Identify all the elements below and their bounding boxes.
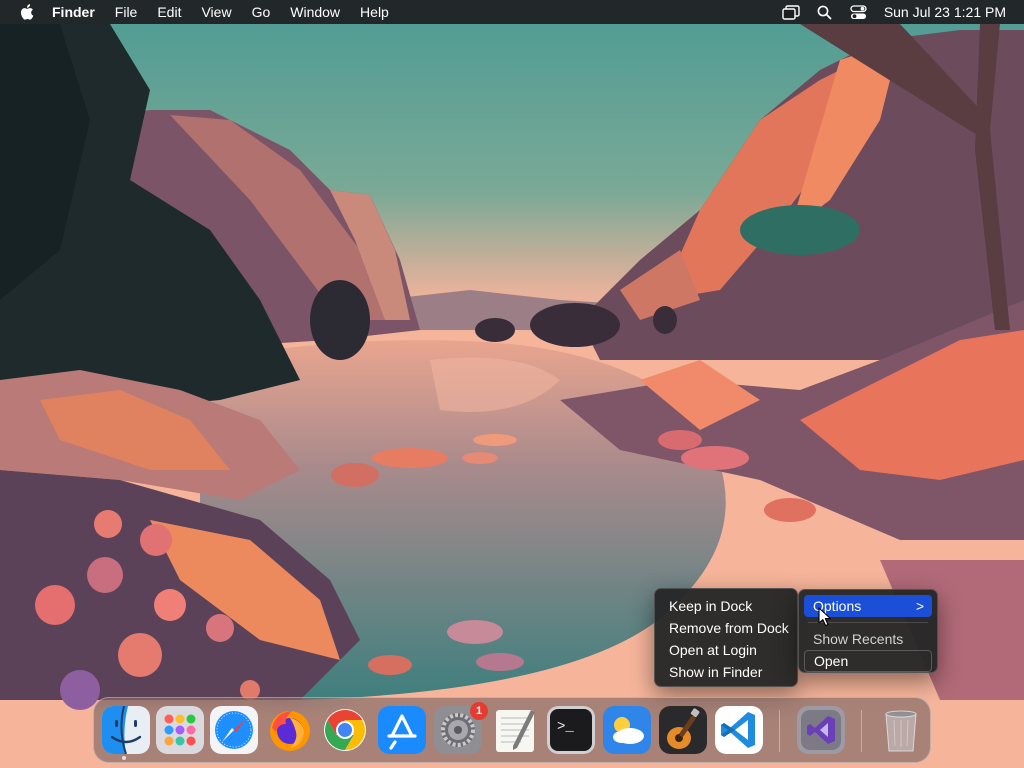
menu-window[interactable]: Window bbox=[280, 0, 350, 24]
firefox-icon[interactable] bbox=[266, 706, 314, 754]
menu-item-show-recents[interactable]: Show Recents bbox=[804, 628, 932, 650]
visual-studio-icon[interactable] bbox=[797, 706, 845, 754]
app-store-icon[interactable] bbox=[378, 706, 426, 754]
terminal-icon[interactable]: >_ bbox=[547, 706, 595, 754]
finder-running-indicator bbox=[122, 756, 126, 760]
weather-icon[interactable] bbox=[603, 706, 651, 754]
safari-icon[interactable] bbox=[210, 706, 258, 754]
menu-help[interactable]: Help bbox=[350, 0, 399, 24]
menu-item-open-at-login[interactable]: Open at Login bbox=[660, 639, 792, 661]
launchpad-icon[interactable] bbox=[156, 706, 204, 754]
menu-item-remove-from-dock[interactable]: Remove from Dock bbox=[660, 617, 792, 639]
guitar-icon[interactable] bbox=[659, 706, 707, 754]
menu-bar-clock[interactable]: Sun Jul 23 1:21 PM bbox=[884, 4, 1006, 20]
settings-notification-badge: 1 bbox=[470, 702, 488, 720]
menu-file[interactable]: File bbox=[105, 0, 148, 24]
dock: 1 >_ bbox=[93, 697, 931, 763]
vscode-icon[interactable] bbox=[715, 706, 763, 754]
menu-go[interactable]: Go bbox=[242, 0, 281, 24]
dock-context-menu: Keep in Dock Remove from Dock Open at Lo… bbox=[654, 588, 798, 687]
menu-edit[interactable]: Edit bbox=[147, 0, 191, 24]
menu-app-name[interactable]: Finder bbox=[48, 0, 105, 24]
menu-view[interactable]: View bbox=[191, 0, 241, 24]
control-center-icon[interactable] bbox=[848, 3, 870, 21]
chrome-icon[interactable] bbox=[321, 706, 369, 754]
menu-bar-left: Finder File Edit View Go Window Help bbox=[0, 0, 399, 24]
menu-bar: Finder File Edit View Go Window Help Sun… bbox=[0, 0, 1024, 24]
apple-logo-icon[interactable] bbox=[18, 3, 34, 21]
search-icon[interactable] bbox=[814, 3, 836, 21]
finder-icon[interactable] bbox=[102, 706, 150, 754]
menu-item-show-in-finder[interactable]: Show in Finder bbox=[660, 661, 792, 683]
screen-mirroring-icon[interactable] bbox=[780, 3, 802, 21]
menu-item-keep-in-dock[interactable]: Keep in Dock bbox=[660, 595, 792, 617]
trash-icon[interactable] bbox=[877, 706, 925, 754]
dock-separator-trash bbox=[861, 710, 862, 752]
mouse-pointer-icon bbox=[818, 607, 832, 627]
terminal-prompt: >_ bbox=[557, 719, 574, 735]
dock-separator bbox=[779, 710, 780, 752]
chevron-right-icon: > bbox=[915, 598, 924, 614]
menu-bar-status: Sun Jul 23 1:21 PM bbox=[768, 0, 1024, 24]
menu-item-open[interactable]: Open bbox=[804, 650, 932, 672]
textedit-icon[interactable] bbox=[491, 706, 539, 754]
dock-options-submenu: Options > Show Recents Open bbox=[798, 589, 938, 673]
